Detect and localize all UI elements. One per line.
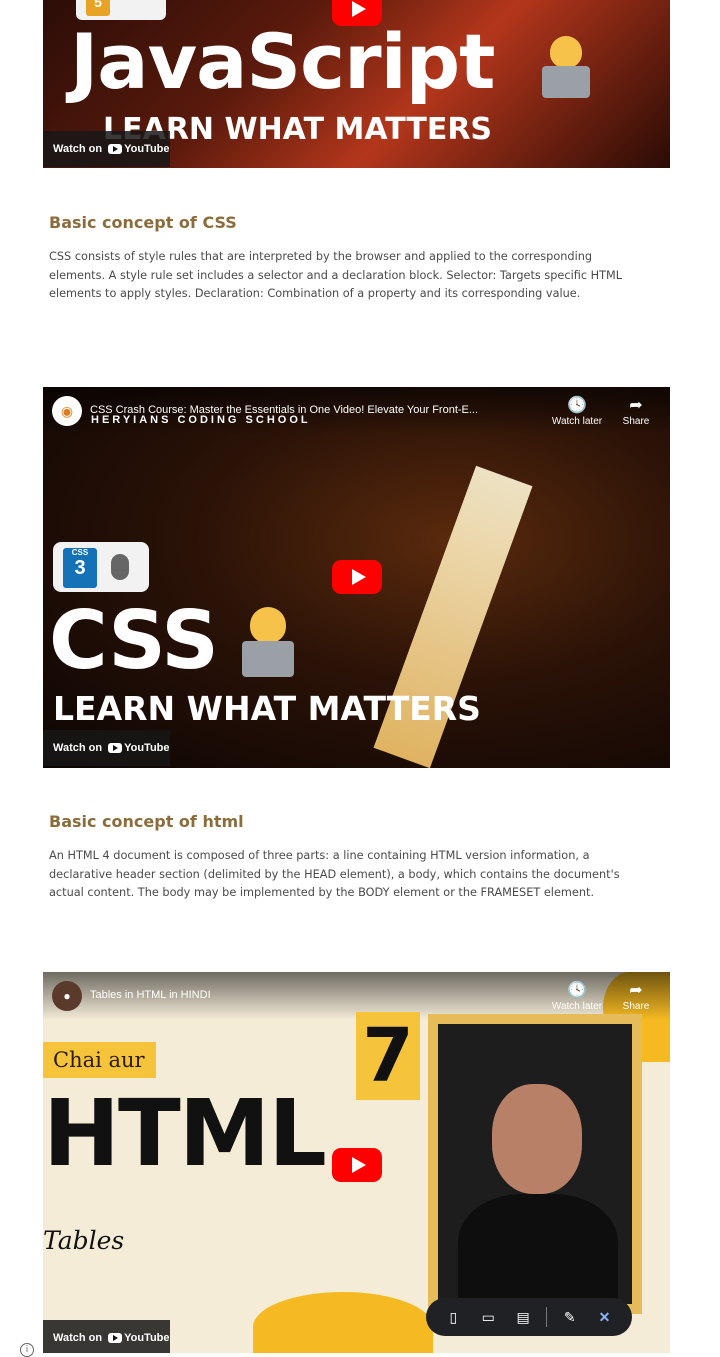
youtube-wordmark: YouTube [124, 742, 170, 754]
info-icon[interactable]: i [20, 1343, 34, 1357]
video-embed-html-tables[interactable]: ● Tables in HTML in HINDI 🕓 Watch later … [43, 972, 670, 1353]
microphone-icon [111, 554, 129, 580]
presenter-photo [428, 1014, 642, 1314]
thumbnail-title: HTML [43, 1080, 327, 1187]
channel-avatar[interactable]: ● [52, 981, 82, 1011]
share-icon: ➦ [629, 982, 643, 999]
youtube-logo-icon: YouTube [108, 742, 170, 754]
section-heading-html: Basic concept of html [49, 812, 244, 831]
youtube-logo-icon: YouTube [108, 1332, 170, 1344]
thumbnail-title: CSS [49, 594, 219, 687]
html5-badge-icon: 5 [86, 0, 110, 16]
thumbnail-subtitle: LEARN WHAT MATTERS [53, 689, 481, 728]
play-button[interactable] [332, 1148, 382, 1182]
thumbnail-title: JavaScript [70, 17, 495, 106]
video-title[interactable]: Tables in HTML in HINDI [90, 989, 211, 1001]
feedback-icon[interactable]: ✎ [558, 1309, 582, 1326]
clock-icon: 🕓 [567, 982, 587, 999]
watch-on-youtube-button[interactable]: Watch on YouTube [43, 1320, 170, 1353]
css-badge-text: CSS [71, 548, 89, 557]
css3-badge-icon: CSS 3 [63, 548, 97, 588]
phone-icon[interactable]: ▯ [441, 1309, 465, 1326]
play-button[interactable] [332, 560, 382, 594]
laptop-icon[interactable]: ▤ [511, 1309, 535, 1326]
chai-aur-label: Chai aur [43, 1042, 156, 1078]
watch-on-label: Watch on [53, 742, 103, 754]
share-label: Share [622, 416, 650, 427]
preview-toolbar: ▯ ▭ ▤ ✎ ✕ [426, 1298, 632, 1336]
watch-on-label: Watch on [53, 1332, 103, 1344]
toolbar-divider [545, 1307, 547, 1327]
youtube-wordmark: YouTube [124, 1332, 170, 1344]
watch-later-label: Watch later [551, 1001, 603, 1012]
thumbnail-subtitle: Tables [43, 1226, 125, 1255]
channel-avatar[interactable]: ◉ [52, 396, 82, 426]
watch-on-label: Watch on [53, 143, 103, 155]
share-button[interactable]: ➦ Share [608, 396, 664, 427]
tablet-icon[interactable]: ▭ [476, 1309, 500, 1326]
close-icon[interactable]: ✕ [593, 1309, 617, 1326]
watch-later-label: Watch later [551, 416, 603, 427]
youtube-wordmark: YouTube [124, 143, 170, 155]
channel-watermark: HERYIANS CODING SCHOOL [91, 414, 311, 426]
badge-card: CSS 3 [53, 542, 149, 592]
watch-on-youtube-button[interactable]: Watch on YouTube [43, 730, 170, 766]
section-heading-css: Basic concept of CSS [49, 213, 237, 232]
watch-on-youtube-button[interactable]: Watch on YouTube [43, 131, 170, 167]
share-label: Share [622, 1001, 650, 1012]
css-badge-number: 3 [74, 557, 86, 579]
clock-icon: 🕓 [567, 397, 587, 414]
episode-number: 7 [356, 1012, 420, 1100]
coder-emoji-icon [236, 607, 300, 679]
share-icon: ➦ [629, 397, 643, 414]
share-button[interactable]: ➦ Share [608, 981, 664, 1012]
paint-splash [253, 1292, 433, 1353]
section-body-html: An HTML 4 document is composed of three … [49, 849, 620, 899]
watch-later-button[interactable]: 🕓 Watch later [549, 396, 605, 427]
video-embed-css[interactable]: ◉ CSS Crash Course: Master the Essential… [43, 387, 670, 768]
video-embed-javascript[interactable]: 5 JavaScript LEARN WHAT MATTERS Watch on… [43, 0, 670, 168]
watch-later-button[interactable]: 🕓 Watch later [549, 981, 605, 1012]
section-body-css: CSS consists of style rules that are int… [49, 250, 623, 300]
youtube-logo-icon: YouTube [108, 143, 170, 155]
coder-emoji-icon [538, 36, 594, 100]
